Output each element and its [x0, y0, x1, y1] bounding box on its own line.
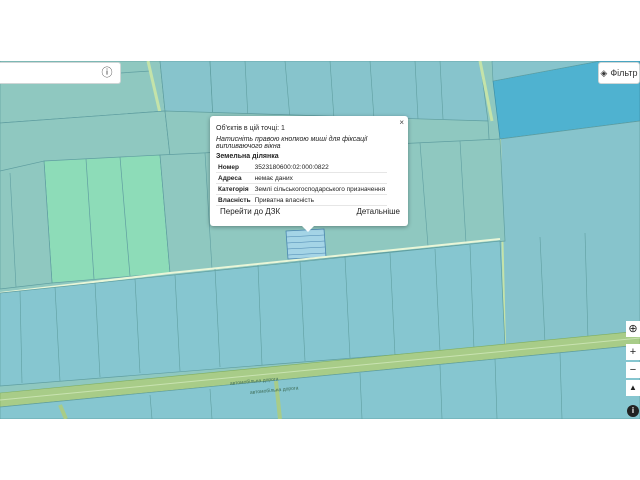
table-row: Власність Приватна власність [216, 194, 388, 206]
locate-icon[interactable]: ⊕ [626, 321, 640, 337]
row-value: 3523180600:02:000:0822 [252, 162, 388, 173]
filter-label: Фільтр [610, 68, 638, 78]
row-key: Категорія [216, 183, 253, 195]
row-key: Власність [216, 194, 253, 206]
compass-icon[interactable]: ▲ [626, 380, 640, 396]
layers-icon: ◈ [600, 67, 608, 78]
info-icon[interactable]: i [627, 405, 639, 417]
search-bar[interactable]: ⓘ [0, 62, 121, 84]
details-link[interactable]: Детальніше [356, 207, 400, 216]
cadastral-parcels: автомобільна дорога автомобільна дорога [0, 61, 640, 419]
row-key: Адреса [216, 172, 253, 184]
popup-hint: Натисніть правою кнопкою миші для фіксац… [216, 136, 368, 150]
row-value: немає даних [252, 172, 388, 184]
go-to-dzk-link[interactable]: Перейти до ДЗК [220, 207, 280, 216]
row-key: Номер [216, 162, 253, 173]
section-title: Земельна ділянка [216, 153, 279, 160]
row-value: Приватна власність [252, 194, 388, 206]
table-row: Адреса немає даних [216, 172, 388, 184]
row-value: Землі сільськогосподарського призначення [252, 183, 388, 195]
zoom-in-button[interactable]: + [626, 344, 640, 360]
zoom-out-button[interactable]: − [626, 362, 640, 378]
filter-button[interactable]: ◈ Фільтр [598, 62, 640, 84]
objects-count: Об'єктів в цій точці: 1 [216, 125, 285, 132]
info-icon[interactable]: ⓘ [100, 66, 114, 80]
close-icon[interactable]: × [399, 118, 404, 127]
parcel-popup: × Об'єктів в цій точці: 1 Натисніть прав… [210, 116, 408, 232]
table-row: Категорія Землі сільськогосподарського п… [216, 183, 388, 195]
map-canvas[interactable]: автомобільна дорога автомобільна дорога [0, 61, 640, 419]
parcel-info-table: Номер 3523180600:02:000:0822 Адреса нема… [216, 162, 388, 206]
table-row: Номер 3523180600:02:000:0822 [216, 162, 388, 173]
